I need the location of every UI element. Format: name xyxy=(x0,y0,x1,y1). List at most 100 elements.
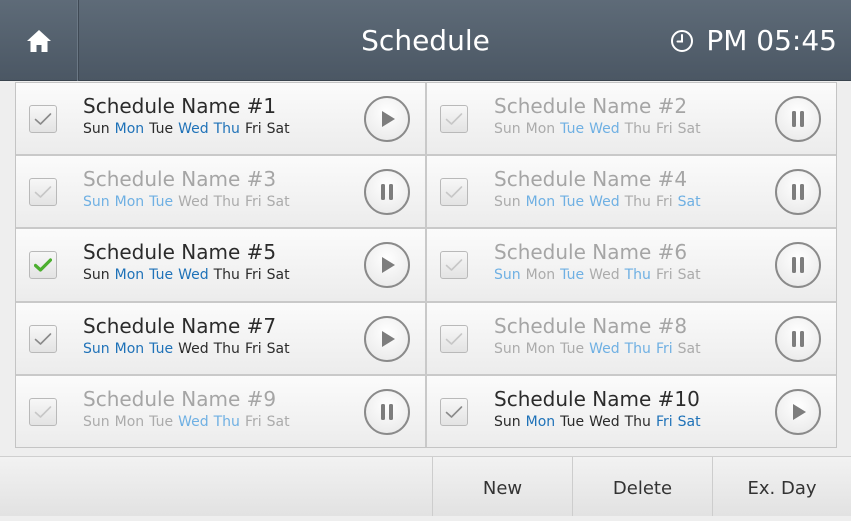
schedule-checkbox[interactable] xyxy=(440,251,468,280)
play-icon xyxy=(382,111,395,127)
schedule-info: Schedule Name #10 Sun Mon Tue Wed Thu Fri Sat xyxy=(494,386,706,432)
day-label: Sat xyxy=(266,413,290,430)
schedule-toggle-button[interactable] xyxy=(364,169,410,216)
bottom-toolbar: New Delete Ex. Day xyxy=(0,456,851,516)
schedule-name: Schedule Name #2 xyxy=(494,94,688,118)
day-label: Sat xyxy=(266,340,290,357)
day-label: Mon xyxy=(525,194,556,211)
schedule-toggle-button[interactable] xyxy=(775,96,821,142)
schedule-item[interactable]: Schedule Name #8 Sun Mon Tue Wed Thu Fri Sat xyxy=(427,302,836,374)
day-label: Tue xyxy=(560,121,585,137)
day-label: Fri xyxy=(655,413,673,430)
schedule-item[interactable]: Schedule Name #5 Sun Mon Tue Wed Thu Fri Sat xyxy=(16,229,425,301)
day-label: Wed xyxy=(178,194,209,211)
schedule-checkbox[interactable] xyxy=(440,397,468,426)
schedule-toggle-button[interactable] xyxy=(775,242,821,289)
schedule-toggle-button[interactable] xyxy=(775,315,821,362)
schedule-item[interactable]: Schedule Name #9 Sun Mon Tue Wed Thu Fri Sat xyxy=(16,375,425,447)
play-icon xyxy=(382,330,395,347)
schedule-checkbox[interactable] xyxy=(29,105,57,133)
schedule-checkbox[interactable] xyxy=(29,251,57,280)
day-label: Fri xyxy=(244,413,262,430)
day-label: Tue xyxy=(560,413,585,430)
day-label: Mon xyxy=(525,340,556,357)
day-label: Mon xyxy=(525,267,556,284)
schedule-days: Sun Mon Tue Wed Thu Fri Sat xyxy=(494,192,706,212)
day-label: Fri xyxy=(244,121,262,137)
schedule-item[interactable]: Schedule Name #3 Sun Mon Tue Wed Thu Fri Sat xyxy=(16,156,425,228)
checkmark-icon xyxy=(34,258,52,272)
schedule-toggle-button[interactable] xyxy=(364,242,410,289)
day-label: Thu xyxy=(213,267,240,284)
schedule-info: Schedule Name #7 Sun Mon Tue Wed Thu Fri Sat xyxy=(83,313,295,359)
pause-icon xyxy=(381,403,393,420)
schedule-name: Schedule Name #4 xyxy=(494,167,688,192)
day-label: Wed xyxy=(178,340,209,357)
schedule-days: Sun Mon Tue Wed Thu Fri Sat xyxy=(494,119,706,139)
day-label: Tue xyxy=(560,194,585,211)
checkmark-icon xyxy=(445,405,463,418)
schedule-name: Schedule Name #3 xyxy=(83,167,277,192)
day-label: Sun xyxy=(83,121,110,137)
schedule-info: Schedule Name #5 Sun Mon Tue Wed Thu Fri Sat xyxy=(83,239,295,285)
day-label: Mon xyxy=(114,413,145,430)
day-label: Mon xyxy=(114,267,145,284)
new-button[interactable]: New xyxy=(432,457,572,516)
exday-button[interactable]: Ex. Day xyxy=(712,457,851,516)
checkmark-icon xyxy=(445,332,463,345)
schedule-item[interactable]: Schedule Name #10 Sun Mon Tue Wed Thu Fri Sat xyxy=(427,375,836,447)
schedule-item[interactable]: Schedule Name #6 Sun Mon Tue Wed Thu Fri Sat xyxy=(427,229,836,301)
schedule-toggle-button[interactable] xyxy=(364,388,410,435)
play-icon xyxy=(382,257,395,274)
day-label: Mon xyxy=(114,340,145,357)
schedule-toggle-button[interactable] xyxy=(364,96,410,142)
day-label: Tue xyxy=(149,121,174,137)
day-label: Mon xyxy=(114,194,145,211)
day-label: Wed xyxy=(589,340,620,357)
schedule-name: Schedule Name #10 xyxy=(494,386,700,411)
day-label: Sat xyxy=(677,413,701,430)
schedule-name: Schedule Name #6 xyxy=(494,240,688,265)
schedule-checkbox[interactable] xyxy=(440,178,468,207)
schedule-item[interactable]: Schedule Name #2 Sun Mon Tue Wed Thu Fri Sat xyxy=(427,83,836,155)
schedule-days: Sun Mon Tue Wed Thu Fri Sat xyxy=(83,265,295,285)
day-label: Sun xyxy=(494,340,521,357)
day-label: Mon xyxy=(525,121,556,137)
schedule-item[interactable]: Schedule Name #1 Sun Mon Tue Wed Thu Fri Sat xyxy=(16,83,425,155)
schedule-toggle-button[interactable] xyxy=(775,169,821,216)
schedule-days: Sun Mon Tue Wed Thu Fri Sat xyxy=(494,412,706,432)
schedule-checkbox[interactable] xyxy=(29,324,57,353)
day-label: Sun xyxy=(494,194,521,211)
schedule-checkbox[interactable] xyxy=(29,178,57,207)
day-label: Tue xyxy=(149,413,174,430)
schedule-checkbox[interactable] xyxy=(440,324,468,353)
schedule-checkbox[interactable] xyxy=(440,105,468,133)
schedule-info: Schedule Name #6 Sun Mon Tue Wed Thu Fri Sat xyxy=(494,239,706,285)
schedule-info: Schedule Name #1 Sun Mon Tue Wed Thu Fri Sat xyxy=(83,93,295,139)
day-label: Sat xyxy=(677,121,701,137)
schedule-name: Schedule Name #7 xyxy=(83,313,277,338)
day-label: Wed xyxy=(178,267,209,284)
day-label: Fri xyxy=(244,194,262,211)
schedule-name: Schedule Name #5 xyxy=(83,240,277,265)
day-label: Tue xyxy=(149,194,174,211)
schedule-item[interactable]: Schedule Name #4 Sun Mon Tue Wed Thu Fri Sat xyxy=(427,156,836,228)
day-label: Sat xyxy=(266,194,290,211)
schedule-item[interactable]: Schedule Name #7 Sun Mon Tue Wed Thu Fri Sat xyxy=(16,302,425,374)
day-label: Thu xyxy=(213,194,240,211)
clock-icon xyxy=(671,29,694,52)
schedule-checkbox[interactable] xyxy=(29,397,57,426)
day-label: Fri xyxy=(244,267,262,284)
delete-button[interactable]: Delete xyxy=(572,457,712,516)
schedule-toggle-button[interactable] xyxy=(364,315,410,362)
schedule-name: Schedule Name #8 xyxy=(494,313,688,338)
schedule-toggle-button[interactable] xyxy=(775,388,821,435)
clock-time: PM 05:45 xyxy=(706,24,837,57)
day-label: Wed xyxy=(178,413,209,430)
day-label: Thu xyxy=(624,194,651,211)
day-label: Sat xyxy=(677,340,701,357)
day-label: Sun xyxy=(494,121,521,137)
day-label: Sat xyxy=(677,194,701,211)
schedule-days: Sun Mon Tue Wed Thu Fri Sat xyxy=(83,339,295,359)
checkmark-icon xyxy=(34,332,52,345)
